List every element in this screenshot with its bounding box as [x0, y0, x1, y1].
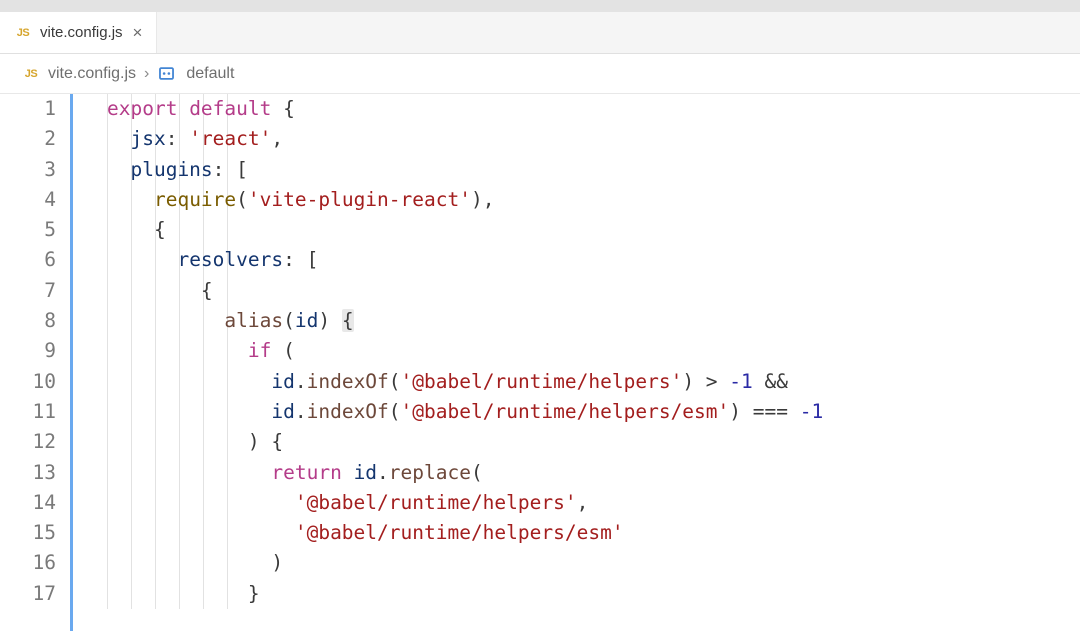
- close-icon[interactable]: ×: [131, 23, 145, 43]
- line-number-gutter: 1234567891011121314151617: [0, 94, 70, 631]
- code-line[interactable]: '@babel/runtime/helpers/esm': [107, 518, 1080, 548]
- line-number: 16: [0, 548, 56, 578]
- line-number: 11: [0, 397, 56, 427]
- breadcrumb: JS vite.config.js › default: [0, 54, 1080, 94]
- breadcrumb-file[interactable]: vite.config.js: [48, 65, 136, 83]
- code-line[interactable]: {: [107, 276, 1080, 306]
- code-line[interactable]: require('vite-plugin-react'),: [107, 185, 1080, 215]
- code-line[interactable]: return id.replace(: [107, 458, 1080, 488]
- line-number: 2: [0, 124, 56, 154]
- code-line[interactable]: '@babel/runtime/helpers',: [107, 488, 1080, 518]
- code-line[interactable]: id.indexOf('@babel/runtime/helpers') > -…: [107, 367, 1080, 397]
- line-number: 7: [0, 276, 56, 306]
- line-number: 15: [0, 518, 56, 548]
- title-bar: [0, 0, 1080, 12]
- line-number: 9: [0, 336, 56, 366]
- tab-vite-config[interactable]: JS vite.config.js ×: [0, 12, 157, 53]
- code-line[interactable]: {: [107, 215, 1080, 245]
- line-number: 6: [0, 245, 56, 275]
- code-line[interactable]: if (: [107, 336, 1080, 366]
- line-number: 8: [0, 306, 56, 336]
- code-line[interactable]: }: [107, 579, 1080, 609]
- symbol-constant-icon: [157, 64, 176, 83]
- code-line[interactable]: ) {: [107, 427, 1080, 457]
- code-line[interactable]: id.indexOf('@babel/runtime/helpers/esm')…: [107, 397, 1080, 427]
- line-number: 12: [0, 427, 56, 457]
- code-line[interactable]: ): [107, 548, 1080, 578]
- js-file-icon: JS: [22, 65, 40, 83]
- line-number: 17: [0, 579, 56, 609]
- editor[interactable]: 1234567891011121314151617 export default…: [0, 94, 1080, 631]
- code-line[interactable]: export default {: [107, 94, 1080, 124]
- code-line[interactable]: plugins: [: [107, 155, 1080, 185]
- line-number: 4: [0, 185, 56, 215]
- code-line[interactable]: jsx: 'react',: [107, 124, 1080, 154]
- tab-label: vite.config.js: [40, 24, 123, 41]
- js-file-icon: JS: [14, 24, 32, 42]
- breadcrumb-symbol[interactable]: default: [186, 65, 234, 83]
- line-number: 5: [0, 215, 56, 245]
- code-line[interactable]: alias(id) {: [107, 306, 1080, 336]
- line-number: 3: [0, 155, 56, 185]
- chevron-right-icon: ›: [144, 65, 149, 83]
- tab-bar: JS vite.config.js ×: [0, 12, 1080, 54]
- line-number: 14: [0, 488, 56, 518]
- code-content[interactable]: export default { jsx: 'react', plugins: …: [73, 94, 1080, 631]
- line-number: 13: [0, 458, 56, 488]
- tab-bar-empty: [157, 12, 1080, 53]
- code-line[interactable]: resolvers: [: [107, 245, 1080, 275]
- line-number: 1: [0, 94, 56, 124]
- line-number: 10: [0, 367, 56, 397]
